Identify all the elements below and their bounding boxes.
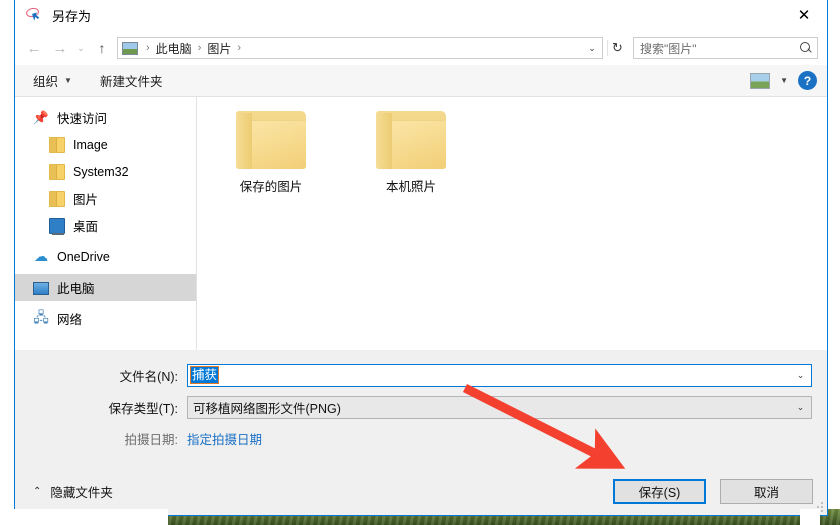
sidebar-item-label: OneDrive bbox=[57, 249, 110, 264]
navigation-bar: ← → ⌄ ↑ › 此电脑 › 图片 › ⌄ ↻ 搜索"图片" bbox=[15, 31, 827, 65]
sidebar-item-onedrive[interactable]: ☁ OneDrive bbox=[15, 243, 196, 270]
this-pc-icon bbox=[33, 281, 49, 295]
view-options-icon[interactable] bbox=[750, 72, 771, 89]
file-list-pane[interactable]: 保存的图片 本机照片 bbox=[197, 97, 827, 350]
folder-icon bbox=[49, 163, 65, 180]
network-icon: 🖧 bbox=[33, 308, 49, 325]
pin-icon: 📌 bbox=[32, 109, 50, 125]
recent-locations-icon[interactable]: ⌄ bbox=[73, 35, 89, 61]
navigation-pane: 📌 快速访问 Image System32 图片 桌面 ☁ OneDrive 此… bbox=[15, 97, 197, 350]
organize-button[interactable]: 组织 ▼ bbox=[33, 71, 72, 90]
sidebar-item-pictures[interactable]: 图片 bbox=[15, 185, 196, 212]
save-button[interactable]: 保存(S) bbox=[613, 479, 706, 504]
list-item[interactable]: 保存的图片 bbox=[219, 111, 323, 195]
filetype-value: 可移植网络图形文件(PNG) bbox=[193, 401, 341, 416]
folder-grid: 保存的图片 本机照片 bbox=[219, 111, 827, 195]
filename-row: 文件名(N): 捕获 ⌄ bbox=[15, 362, 827, 388]
date-taken-label: 拍摄日期: bbox=[124, 432, 178, 447]
sidebar-item-quick-access[interactable]: 📌 快速访问 bbox=[15, 104, 196, 131]
background-gap-left bbox=[0, 509, 168, 525]
filetype-label: 保存类型(T): bbox=[108, 401, 178, 416]
hide-folders-label: 隐藏文件夹 bbox=[50, 486, 113, 500]
breadcrumb-separator-0: › bbox=[146, 42, 150, 54]
sidebar-item-label: 图片 bbox=[73, 193, 99, 207]
title-bar: 另存为 ✕ bbox=[15, 0, 827, 31]
snipping-tool-icon bbox=[25, 6, 45, 25]
chevron-up-icon: ⌃ bbox=[33, 486, 42, 497]
list-item[interactable]: 本机照片 bbox=[359, 111, 463, 195]
sidebar-item-label: 桌面 bbox=[73, 220, 99, 234]
sidebar-item-label: Image bbox=[73, 137, 108, 152]
filetype-row: 保存类型(T): 可移植网络图形文件(PNG) ⌄ bbox=[15, 394, 827, 420]
up-icon[interactable]: ↑ bbox=[89, 35, 115, 61]
breadcrumb-item-pictures[interactable]: 图片 bbox=[206, 40, 232, 57]
hide-folders-button[interactable]: ⌃ 隐藏文件夹 bbox=[33, 482, 113, 501]
view-options-chevron-down-icon[interactable]: ▼ bbox=[780, 76, 788, 85]
toolbar-right-group: ▼ ? bbox=[750, 71, 817, 90]
filename-input[interactable]: 捕获 ⌄ bbox=[187, 363, 812, 387]
sidebar-item-label: 此电脑 bbox=[57, 282, 95, 296]
sidebar-item-network[interactable]: 🖧 网络 bbox=[15, 305, 196, 332]
date-taken-row: 拍摄日期: 指定拍摄日期 bbox=[15, 426, 827, 450]
refresh-icon[interactable]: ↻ bbox=[607, 40, 627, 56]
filename-value: 捕获 bbox=[189, 366, 220, 384]
desktop-icon bbox=[49, 217, 65, 235]
folder-icon bbox=[49, 136, 65, 153]
folder-name: 保存的图片 bbox=[239, 180, 303, 194]
breadcrumb[interactable]: › 此电脑 › 图片 › ⌄ bbox=[117, 37, 603, 59]
pictures-library-icon bbox=[122, 41, 138, 55]
form-spacer bbox=[15, 450, 827, 468]
search-icon bbox=[800, 41, 813, 55]
breadcrumb-item-this-pc[interactable]: 此电脑 bbox=[155, 40, 193, 57]
chevron-down-icon[interactable]: ⌄ bbox=[584, 43, 600, 54]
cloud-icon: ☁ bbox=[34, 248, 48, 264]
date-taken-link[interactable]: 指定拍摄日期 bbox=[187, 429, 262, 448]
background-gap-right bbox=[800, 509, 820, 525]
folder-icon bbox=[49, 190, 65, 207]
help-button[interactable]: ? bbox=[798, 71, 817, 90]
sidebar-item-system32[interactable]: System32 bbox=[15, 158, 196, 185]
sidebar-item-this-pc[interactable]: 此电脑 bbox=[15, 274, 196, 301]
filetype-select[interactable]: 可移植网络图形文件(PNG) ⌄ bbox=[187, 395, 812, 419]
footer-buttons: 保存(S) 取消 bbox=[613, 479, 813, 504]
save-form: 文件名(N): 捕获 ⌄ 保存类型(T): 可移植网络图形文件(PNG) ⌄ 拍… bbox=[15, 350, 827, 450]
command-toolbar: 组织 ▼ 新建文件夹 ▼ ? bbox=[15, 65, 827, 97]
folder-name: 本机照片 bbox=[385, 180, 436, 194]
back-icon[interactable]: ← bbox=[21, 35, 47, 61]
chevron-down-icon[interactable]: ⌄ bbox=[792, 370, 809, 381]
sidebar-item-label: 网络 bbox=[57, 313, 83, 327]
sidebar-item-desktop[interactable]: 桌面 bbox=[15, 212, 196, 239]
dialog-footer: ⌃ 隐藏文件夹 保存(S) 取消 bbox=[15, 468, 827, 515]
organize-label: 组织 bbox=[33, 75, 59, 89]
sidebar-item-image[interactable]: Image bbox=[15, 131, 196, 158]
folder-icon bbox=[236, 111, 306, 169]
search-placeholder: 搜索"图片" bbox=[640, 41, 697, 56]
folder-icon bbox=[376, 111, 446, 169]
close-icon[interactable]: ✕ bbox=[781, 0, 827, 31]
save-as-dialog: 另存为 ✕ ← → ⌄ ↑ › 此电脑 › 图片 › ⌄ ↻ 搜索"图片" 组织… bbox=[14, 0, 828, 516]
new-folder-button[interactable]: 新建文件夹 bbox=[100, 71, 163, 90]
breadcrumb-separator-2: › bbox=[237, 42, 242, 54]
sidebar-item-label: System32 bbox=[73, 164, 129, 179]
dialog-body: 📌 快速访问 Image System32 图片 桌面 ☁ OneDrive 此… bbox=[15, 97, 827, 350]
sidebar-item-label: 快速访问 bbox=[57, 112, 108, 126]
breadcrumb-separator-1: › bbox=[197, 42, 202, 54]
filename-label: 文件名(N): bbox=[119, 369, 178, 384]
window-title: 另存为 bbox=[52, 9, 92, 24]
search-input[interactable]: 搜索"图片" bbox=[633, 37, 818, 59]
forward-icon[interactable]: → bbox=[47, 35, 73, 61]
new-folder-label: 新建文件夹 bbox=[99, 75, 163, 89]
chevron-down-icon: ▼ bbox=[64, 76, 72, 85]
cancel-button[interactable]: 取消 bbox=[720, 479, 813, 504]
chevron-down-icon[interactable]: ⌄ bbox=[792, 402, 809, 413]
